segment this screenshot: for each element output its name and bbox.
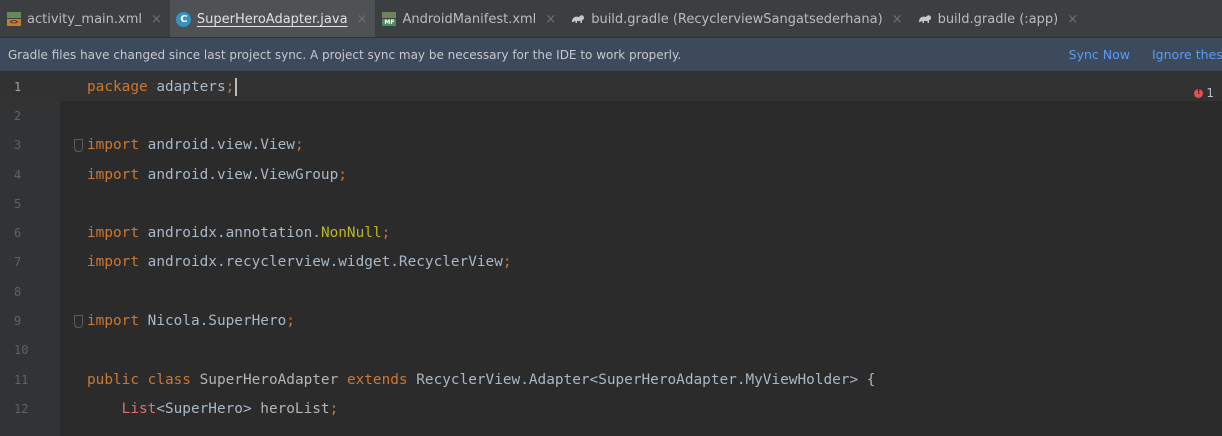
- close-icon[interactable]: ×: [151, 13, 162, 26]
- code-token: androidx.recyclerview.widget.RecyclerVie…: [147, 254, 503, 271]
- code-line[interactable]: 2: [0, 101, 1222, 130]
- code-line[interactable]: 6 import androidx.annotation.NonNull;: [0, 219, 1222, 248]
- code-token: ;: [381, 225, 391, 242]
- close-icon[interactable]: ×: [357, 13, 368, 26]
- code-token: ;: [338, 166, 347, 183]
- tab-label: build.gradle (:app): [937, 11, 1059, 27]
- sync-now-link[interactable]: Sync Now: [1069, 47, 1130, 62]
- code-token: import: [87, 166, 148, 183]
- code-token: ;: [294, 137, 304, 154]
- code-text: import android.view.View;: [87, 137, 304, 153]
- close-icon[interactable]: ×: [545, 13, 556, 26]
- code-token: adapters: [156, 78, 226, 95]
- code-text: import androidx.annotation.NonNull;: [87, 225, 390, 241]
- code-token: extends: [346, 371, 417, 388]
- code-line[interactable]: 5: [0, 189, 1222, 218]
- code-text: import android.view.ViewGroup;: [87, 167, 347, 183]
- code-token: ;: [329, 400, 339, 417]
- code-text: List<SuperHero> heroList;: [87, 400, 339, 417]
- line-number: 3: [14, 138, 22, 153]
- gradle-elephant-icon: [917, 11, 933, 27]
- code-line[interactable]: 3 import android.view.View;: [0, 131, 1222, 160]
- close-icon[interactable]: ×: [1067, 13, 1078, 26]
- code-line[interactable]: 4 import android.view.ViewGroup;: [0, 160, 1222, 189]
- line-number: 4: [14, 167, 22, 182]
- code-token: androidx.annotation.: [147, 225, 321, 242]
- code-token: <SuperHero>: [156, 400, 261, 417]
- banner-message: Gradle files have changed since last pro…: [8, 47, 682, 62]
- tab-build-gradle-app[interactable]: build.gradle (:app) ×: [911, 0, 1087, 37]
- tab-label: build.gradle (RecyclerviewSangatsederhan…: [591, 11, 883, 27]
- java-class-icon: C: [176, 11, 192, 27]
- tab-activity-main-xml[interactable]: <> activity_main.xml ×: [0, 0, 170, 37]
- code-token: ;: [502, 254, 512, 271]
- code-token: import: [87, 313, 148, 330]
- code-token: List: [87, 400, 157, 417]
- code-token: SuperHeroAdapter: [199, 371, 347, 388]
- code-token: android.view.ViewGroup: [147, 166, 339, 183]
- code-text: package adapters;: [87, 77, 238, 96]
- code-text: import Nicola.SuperHero;: [87, 313, 295, 329]
- code-token: heroList: [260, 400, 330, 417]
- code-line[interactable]: 8: [0, 277, 1222, 306]
- code-token: import: [87, 225, 148, 242]
- layout-xml-icon: <>: [6, 11, 22, 27]
- line-number: 10: [14, 343, 29, 358]
- code-line[interactable]: 1 package adapters;: [0, 72, 1222, 102]
- line-number: 8: [14, 284, 22, 299]
- line-number: 6: [14, 226, 22, 241]
- tab-superhero-adapter-java[interactable]: C SuperHeroAdapter.java ×: [169, 0, 376, 37]
- code-line[interactable]: 11 public class SuperHeroAdapter extends …: [0, 365, 1222, 394]
- line-number: 12: [14, 401, 29, 416]
- line-number: 11: [14, 372, 29, 387]
- text-caret: [235, 77, 238, 96]
- error-count: 1: [1206, 86, 1214, 100]
- code-text: public class SuperHeroAdapter extends Re…: [87, 372, 875, 388]
- tab-label: activity_main.xml: [27, 11, 143, 27]
- close-icon[interactable]: ×: [892, 13, 903, 26]
- fold-marker-icon[interactable]: [74, 314, 83, 328]
- line-number: 2: [14, 108, 22, 123]
- code-text: import androidx.recyclerview.widget.Recy…: [87, 254, 512, 270]
- code-token: import: [87, 137, 148, 154]
- gradle-sync-banner: Gradle files have changed since last pro…: [0, 38, 1222, 72]
- editor-tab-bar: <> activity_main.xml × C SuperHeroAdapte…: [0, 0, 1222, 38]
- code-token: NonNull: [320, 225, 382, 242]
- manifest-icon: MF: [381, 11, 397, 27]
- code-line[interactable]: 12 List<SuperHero> heroList;: [0, 394, 1222, 423]
- code-line[interactable]: 9 import Nicola.SuperHero;: [0, 306, 1222, 335]
- ignore-changes-link[interactable]: Ignore these changes: [1152, 47, 1222, 62]
- code-line[interactable]: 7 import androidx.recyclerview.widget.Rec…: [0, 248, 1222, 277]
- tab-android-manifest-xml[interactable]: MF AndroidManifest.xml ×: [375, 0, 564, 37]
- code-line[interactable]: 10: [0, 336, 1222, 365]
- code-token: public class: [87, 371, 200, 388]
- code-token: package: [87, 78, 157, 95]
- tab-label: SuperHeroAdapter.java: [196, 11, 348, 27]
- code-token: Nicola.SuperHero: [147, 313, 287, 330]
- tab-build-gradle-project[interactable]: build.gradle (RecyclerviewSangatsederhan…: [564, 0, 910, 37]
- line-number: 5: [14, 196, 22, 211]
- code-editor[interactable]: 1 package adapters; 2 3 import android.view.…: [0, 72, 1222, 436]
- tab-label: AndroidManifest.xml: [402, 11, 537, 27]
- code-token: ;: [225, 78, 235, 95]
- code-token: import: [87, 254, 148, 271]
- code-token: ;: [286, 313, 295, 330]
- line-number: 9: [14, 314, 22, 329]
- gradle-elephant-icon: [570, 11, 586, 27]
- error-icon: [1194, 87, 1204, 98]
- fold-marker-icon[interactable]: [74, 138, 83, 152]
- code-token: RecyclerView.Adapter<SuperHeroAdapter.My…: [416, 371, 876, 388]
- line-number: 1: [14, 79, 22, 94]
- code-token: android.view.View: [147, 137, 295, 154]
- inspection-widget[interactable]: 1: [1194, 86, 1214, 100]
- line-number: 7: [14, 255, 22, 270]
